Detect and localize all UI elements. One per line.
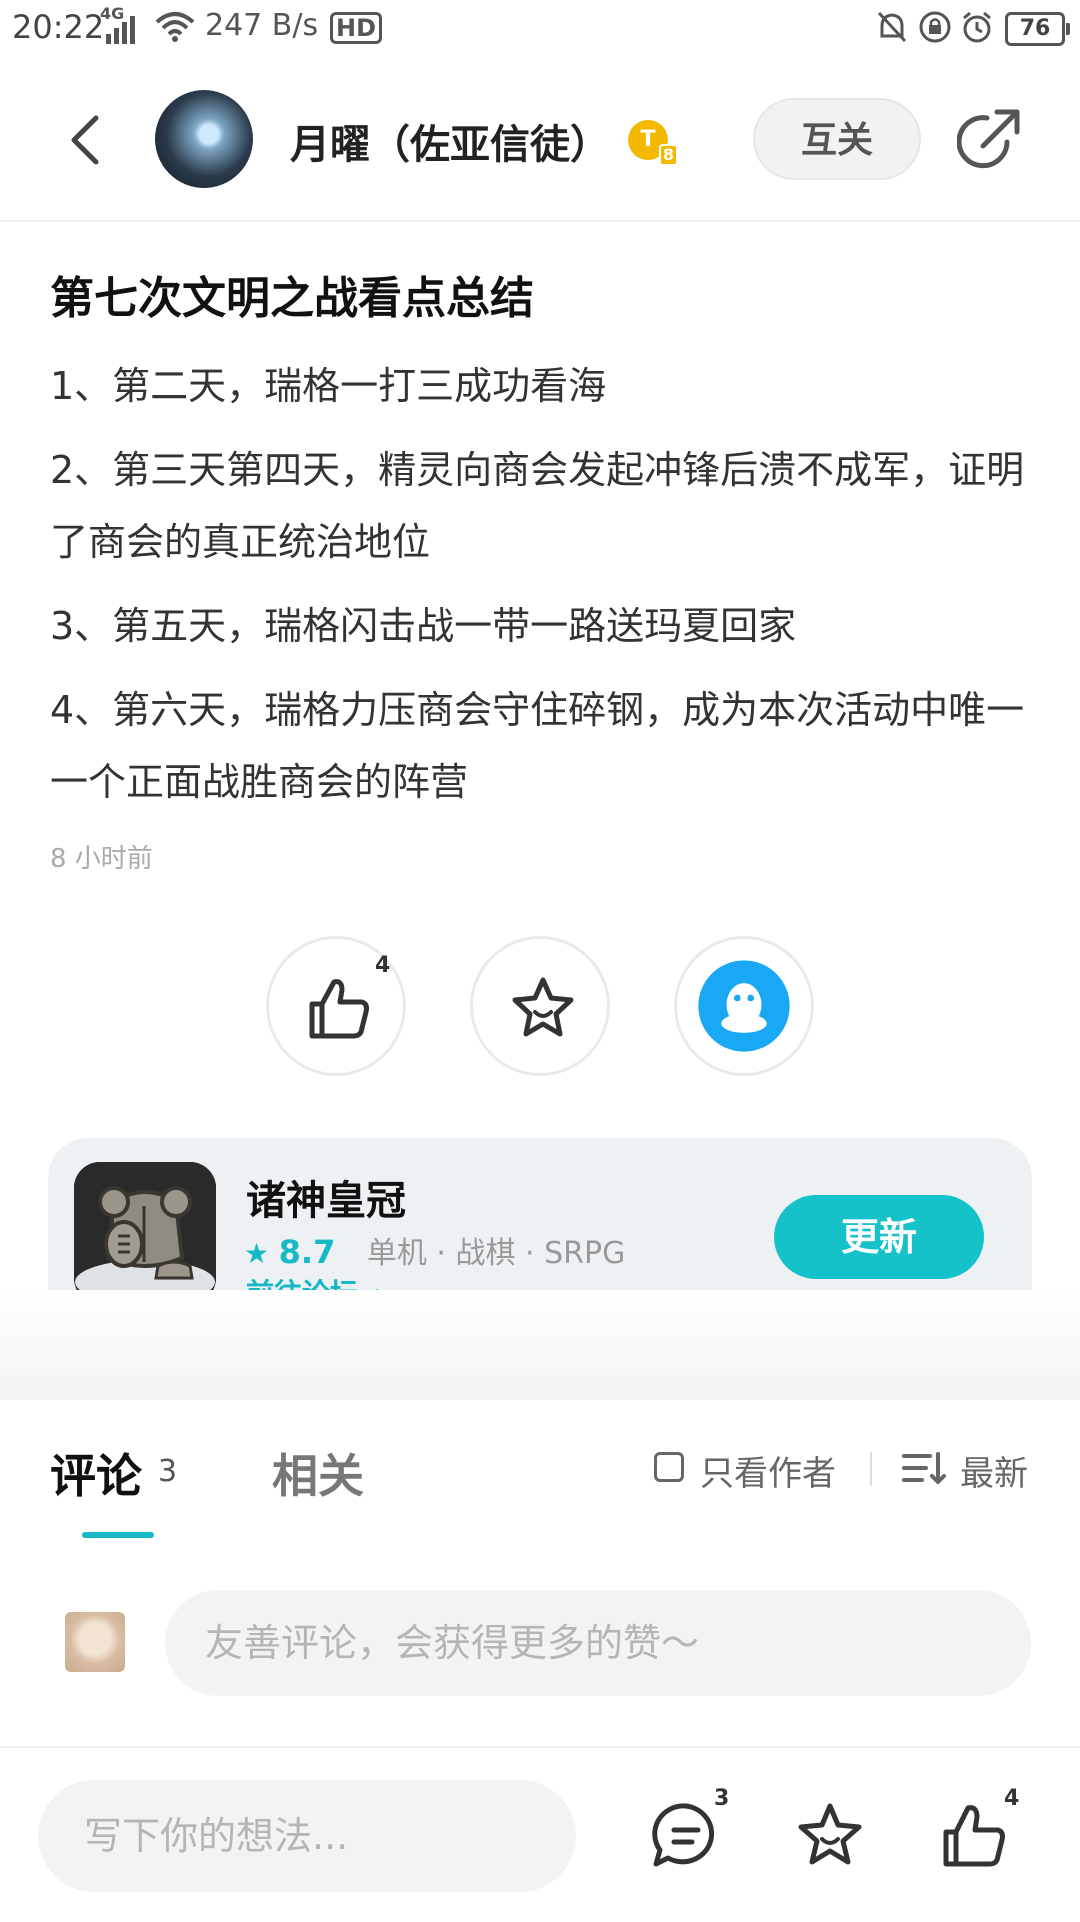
lock-rotation-icon — [919, 11, 951, 43]
update-button[interactable]: 更新 — [774, 1195, 984, 1279]
post-paragraph: 4、第六天，瑞格力压商会守住碎钢，成为本次活动中唯一一个正面战胜商会的阵营 — [50, 688, 1025, 804]
game-meta: ★ 8.7 单机 · 战棋 · SRPG — [244, 1228, 625, 1272]
hd-icon: HD — [330, 12, 383, 44]
comments-count: 3 — [158, 1454, 178, 1489]
thumbs-up-icon — [943, 1805, 1005, 1867]
status-bar: 20:22 4G 247 B/s HD 76 — [0, 0, 1080, 56]
mutual-follow-button[interactable]: 互关 — [753, 98, 921, 180]
mute-bell-icon — [877, 11, 907, 43]
tab-comments[interactable]: 评论 — [50, 1440, 142, 1506]
section-divider — [0, 1378, 1080, 1398]
game-name: 诸神皇冠 — [246, 1178, 406, 1224]
active-tab-indicator — [82, 1532, 154, 1538]
comment-input[interactable]: 友善评论，会获得更多的赞～ — [165, 1590, 1031, 1696]
signal-icon — [106, 16, 135, 44]
like-bottom-button[interactable]: 4 — [934, 1786, 1019, 1876]
favorite-button[interactable] — [470, 936, 610, 1076]
comment-button[interactable]: 3 — [646, 1786, 729, 1876]
post-paragraph: 1、第二天，瑞格一打三成功看海 — [50, 364, 607, 408]
favorite-bottom-button[interactable] — [790, 1796, 870, 1876]
author-only-label[interactable]: 只看作者 — [700, 1446, 836, 1495]
like-count: 4 — [1004, 1786, 1020, 1811]
post-header: 月曜（佐亚信徒） T8 互关 — [0, 70, 1080, 222]
like-count: 4 — [375, 953, 391, 978]
author-only-checkbox[interactable] — [654, 1452, 684, 1482]
game-score: 8.7 — [278, 1233, 336, 1271]
star-icon — [512, 977, 574, 1037]
qq-icon — [698, 960, 790, 1052]
game-icon[interactable] — [74, 1162, 216, 1304]
battery-indicator: 76 — [1005, 12, 1070, 46]
thought-input[interactable]: 写下你的想法... — [38, 1780, 576, 1892]
back-arrow-icon[interactable] — [60, 110, 120, 170]
game-tags: 单机 · 战棋 · SRPG — [366, 1236, 626, 1271]
share-qq-button[interactable] — [674, 936, 814, 1076]
post-paragraph: 2、第三天第四天，精灵向商会发起冲锋后溃不成军，证明了商会的真正统治地位 — [50, 448, 1025, 564]
thumbs-up-icon — [309, 979, 369, 1039]
wifi-icon — [155, 12, 195, 42]
author-name[interactable]: 月曜（佐亚信徒） — [290, 112, 610, 170]
share-icon[interactable] — [957, 106, 1023, 172]
bottom-bar: 写下你的想法... 3 4 — [0, 1746, 1080, 1922]
post-title: 第七次文明之战看点总结 — [50, 273, 534, 324]
rating-star-icon: ★ — [244, 1237, 270, 1270]
post-time: 8 小时前 — [50, 844, 153, 874]
alarm-icon — [963, 11, 991, 43]
armor-icon — [74, 1162, 216, 1304]
user-avatar — [65, 1612, 125, 1672]
filter-divider — [870, 1452, 872, 1486]
star-icon — [798, 1803, 862, 1865]
author-avatar[interactable] — [155, 90, 253, 188]
sort-label[interactable]: 最新 — [960, 1446, 1028, 1495]
coin-badge-icon: T8 — [628, 120, 678, 166]
comment-count: 3 — [714, 1786, 730, 1811]
like-button[interactable]: 4 — [266, 936, 406, 1076]
tab-related[interactable]: 相关 — [272, 1440, 364, 1506]
status-time: 20:22 — [12, 8, 105, 46]
post-paragraph: 3、第五天，瑞格闪击战一带一路送玛夏回家 — [50, 604, 797, 648]
comment-icon — [652, 1803, 715, 1867]
sort-icon[interactable] — [902, 1448, 946, 1488]
network-speed: 247 B/s — [205, 8, 319, 43]
